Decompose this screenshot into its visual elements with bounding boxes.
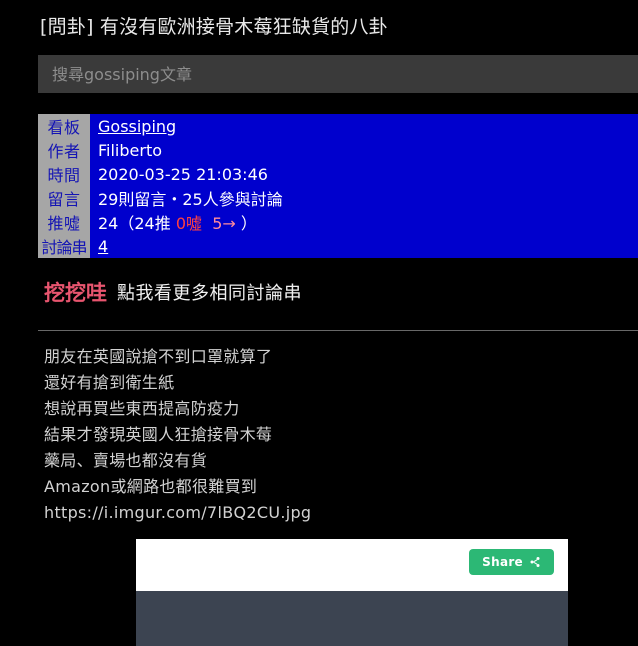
page-title: [問卦] 有沒有歐洲接骨木莓狂缺貨的八卦 xyxy=(40,16,388,38)
imgur-embed-toolbar: Share xyxy=(136,539,568,591)
content-divider xyxy=(38,330,638,331)
meta-label-comments: 留言 xyxy=(38,186,90,210)
vote-arrow-count: 5→ xyxy=(212,214,236,233)
body-line: 藥局、賣場也都沒有貨 xyxy=(44,451,208,470)
meta-value-time: 2020-03-25 21:03:46 xyxy=(90,162,638,186)
table-row-author: 作者 Filiberto xyxy=(38,138,638,162)
meta-label-thread: 討論串 xyxy=(38,234,90,258)
vote-close-paren: ） xyxy=(240,214,257,233)
body-line: 想說再買些東西提高防疫力 xyxy=(44,399,240,418)
meta-label-time: 時間 xyxy=(38,162,90,186)
search-input[interactable] xyxy=(38,55,638,93)
meta-value-thread: 4 xyxy=(90,234,638,258)
wawa-cta-label[interactable]: 點我看更多相同討論串 xyxy=(117,279,302,305)
share-icon xyxy=(529,556,541,568)
meta-label-board: 看板 xyxy=(38,114,90,138)
table-row-comments: 留言 29則留言・25人參與討論 xyxy=(38,186,638,210)
body-line: 結果才發現英國人狂搶接骨木莓 xyxy=(44,425,273,444)
meta-value-board: Gossiping xyxy=(90,114,638,138)
table-row-thread: 討論串 4 xyxy=(38,234,638,258)
meta-value-author: Filiberto xyxy=(90,138,638,162)
vote-open-paren: （ xyxy=(118,214,135,233)
body-line: 朋友在英國說搶不到口罩就算了 xyxy=(44,347,273,366)
body-line: 還好有搶到衛生紙 xyxy=(44,373,175,392)
wawa-brand-label: 挖挖哇 xyxy=(44,281,107,305)
table-row-time: 時間 2020-03-25 21:03:46 xyxy=(38,162,638,186)
imgur-embed-image[interactable] xyxy=(136,591,568,646)
meta-label-author: 作者 xyxy=(38,138,90,162)
share-button[interactable]: Share xyxy=(469,549,554,575)
vote-total: 24 xyxy=(98,214,119,233)
body-line-image-url[interactable]: https://i.imgur.com/7lBQ2CU.jpg xyxy=(44,500,624,526)
ptt-post-page: [問卦] 有沒有歐洲接骨木莓狂缺貨的八卦 看板 Gossiping 作者 Fil… xyxy=(0,0,638,646)
thread-count-link[interactable]: 4 xyxy=(98,237,108,256)
vote-boo-count: 0噓 xyxy=(175,214,203,233)
related-threads-banner[interactable]: 挖挖哇 點我看更多相同討論串 xyxy=(44,277,302,307)
table-row-votes: 推噓 24（24推 0噓 5→ ） xyxy=(38,210,638,234)
meta-label-votes: 推噓 xyxy=(38,210,90,234)
share-button-label: Share xyxy=(482,555,523,569)
body-line: Amazon或網路也都很難買到 xyxy=(44,477,258,496)
meta-value-comments: 29則留言・25人參與討論 xyxy=(90,186,638,210)
vote-up-count: 24推 xyxy=(134,214,171,233)
table-row-board: 看板 Gossiping xyxy=(38,114,638,138)
board-link[interactable]: Gossiping xyxy=(98,117,176,136)
meta-value-votes: 24（24推 0噓 5→ ） xyxy=(90,210,638,234)
post-body: 朋友在英國說搶不到口罩就算了 還好有搶到衛生紙 想說再買些東西提高防疫力 結果才… xyxy=(44,344,624,526)
post-meta-table: 看板 Gossiping 作者 Filiberto 時間 2020-03-25 … xyxy=(38,114,638,258)
imgur-embed-card: Share xyxy=(136,539,568,646)
search-bar[interactable] xyxy=(38,55,638,93)
